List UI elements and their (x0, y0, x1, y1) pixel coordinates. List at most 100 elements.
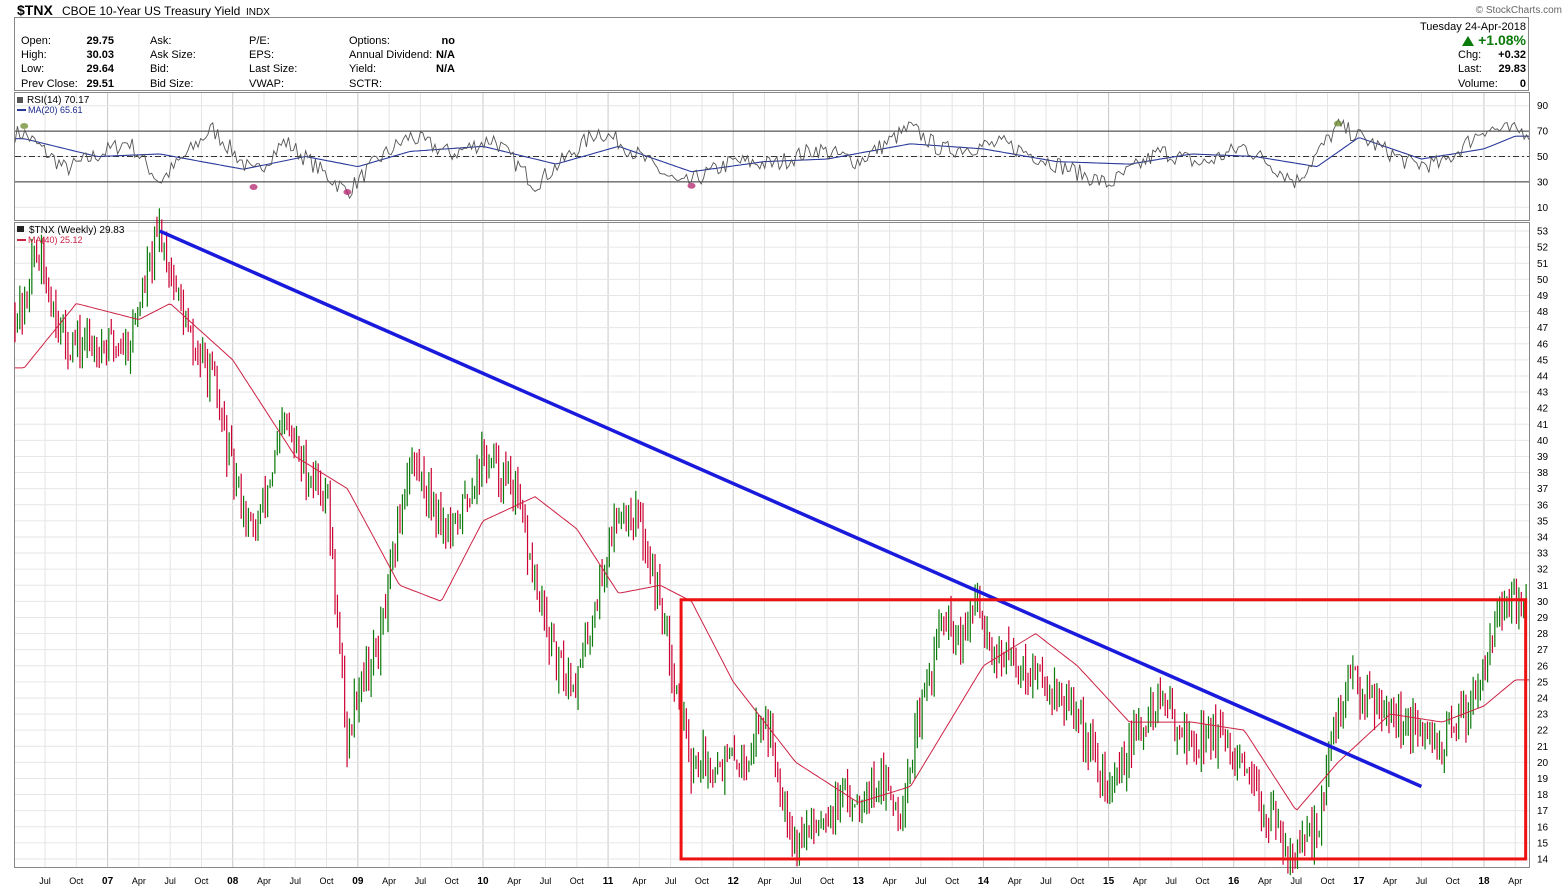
price-y-label-15: 38 (1537, 468, 1549, 479)
symbol-title: $TNX (17, 2, 53, 18)
stat-mid2-label-0: P/E: (249, 35, 270, 47)
price-y-label-5: 48 (1537, 307, 1549, 318)
x-tick-label-40: Jul (1291, 876, 1303, 886)
price-y-label-9: 44 (1537, 371, 1549, 382)
price-y-label-23: 30 (1537, 597, 1549, 608)
rsi-y-label-0: 90 (1537, 101, 1549, 112)
x-tick-label-10: 09 (352, 876, 364, 887)
price-y-label-6: 47 (1537, 323, 1549, 334)
stat-left-value-3: 29.51 (86, 78, 114, 90)
x-tick-label-43: Apr (1383, 876, 1397, 886)
rsi-legend-swatch (17, 97, 23, 103)
stat-mid2-label-3: VWAP: (249, 78, 284, 90)
x-tick-label-44: Jul (1416, 876, 1428, 886)
x-tick-label-23: Apr (757, 876, 771, 886)
stat-left-label-2: Low: (21, 63, 44, 75)
price-y-label-24: 29 (1537, 613, 1549, 624)
x-tick-label-7: Apr (257, 876, 271, 886)
stat-left-value-1: 30.03 (86, 49, 114, 61)
x-tick-label-24: Jul (790, 876, 802, 886)
stat-right-label-1: Annual Dividend: (349, 49, 432, 61)
price-y-label-0: 53 (1537, 227, 1549, 238)
x-tick-label-12: Jul (415, 876, 427, 886)
chart-svg: $TNX CBOE 10-Year US Treasury Yield INDX… (0, 0, 1565, 890)
stat-right-label-0: Options: (349, 35, 390, 47)
x-tick-label-16: Jul (540, 876, 552, 886)
x-tick-label-31: Apr (1008, 876, 1022, 886)
price-y-label-11: 42 (1537, 404, 1549, 415)
x-tick-label-17: Oct (570, 876, 585, 886)
stat-mid-label-3: Bid Size: (150, 78, 193, 90)
stat-mid-label-0: Ask: (150, 35, 171, 47)
stat-right-value-0: no (442, 35, 456, 47)
price-y-label-19: 34 (1537, 532, 1549, 543)
x-tick-label-2: 07 (102, 876, 114, 887)
stat-right-value-1: N/A (436, 49, 455, 61)
x-tick-label-0: Jul (39, 876, 51, 886)
price-y-label-18: 35 (1537, 516, 1549, 527)
x-tick-label-33: Oct (1070, 876, 1085, 886)
price-y-label-8: 45 (1537, 355, 1549, 366)
x-tick-label-8: Jul (290, 876, 302, 886)
price-y-label-22: 31 (1537, 581, 1549, 592)
rsi-y-label-2: 50 (1537, 152, 1549, 163)
x-tick-label-14: 10 (477, 876, 489, 887)
x-tick-label-38: 16 (1228, 876, 1240, 887)
price-y-label-31: 22 (1537, 726, 1549, 737)
x-tick-label-21: Oct (695, 876, 710, 886)
x-tick-label-29: Oct (945, 876, 960, 886)
rsi-extreme-marker-0 (20, 123, 29, 130)
rsi-y-label-3: 30 (1537, 177, 1549, 188)
price-ma-legend-label: MA(40) 25.12 (28, 235, 83, 245)
rsi-ma-legend-label: MA(20) 65.61 (28, 105, 83, 115)
rsi-extreme-marker-1 (1333, 120, 1342, 127)
x-tick-label-9: Oct (320, 876, 335, 886)
price-y-label-12: 41 (1537, 420, 1549, 431)
price-y-label-25: 28 (1537, 629, 1549, 640)
x-tick-label-46: 18 (1478, 876, 1490, 887)
x-tick-label-42: 17 (1353, 876, 1365, 887)
price-y-label-14: 39 (1537, 452, 1549, 463)
rsi-extreme-marker-2 (249, 183, 258, 190)
stat-far-value-2: 0 (1520, 78, 1526, 90)
x-tick-label-27: Apr (883, 876, 897, 886)
stat-right-value-2: N/A (436, 63, 455, 75)
x-tick-label-39: Apr (1258, 876, 1272, 886)
x-tick-label-25: Oct (820, 876, 835, 886)
x-tick-label-45: Oct (1446, 876, 1461, 886)
x-tick-label-3: Apr (132, 876, 146, 886)
price-y-label-36: 17 (1537, 806, 1549, 817)
price-y-label-34: 19 (1537, 774, 1549, 785)
stat-far-label-0: Chg: (1458, 49, 1481, 61)
x-tick-label-19: Apr (632, 876, 646, 886)
stat-mid-label-2: Bid: (150, 63, 169, 75)
price-y-label-1: 52 (1537, 243, 1549, 254)
x-tick-label-11: Apr (382, 876, 396, 886)
x-tick-label-1: Oct (69, 876, 84, 886)
x-tick-label-28: Jul (915, 876, 927, 886)
security-name: CBOE 10-Year US Treasury Yield (62, 4, 240, 18)
x-tick-label-36: Jul (1165, 876, 1177, 886)
price-y-label-21: 32 (1537, 565, 1549, 576)
stat-mid-label-1: Ask Size: (150, 49, 196, 61)
stat-far-value-1: 29.83 (1498, 63, 1526, 75)
stat-left-value-2: 29.64 (86, 63, 114, 75)
stat-left-label-1: High: (21, 49, 47, 61)
x-tick-label-20: Jul (665, 876, 677, 886)
price-y-label-16: 37 (1537, 484, 1549, 495)
price-y-label-32: 21 (1537, 742, 1549, 753)
stat-right-label-2: Yield: (349, 63, 376, 75)
exchange-label: INDX (246, 7, 270, 18)
stat-left-label-0: Open: (21, 35, 51, 47)
price-y-label-2: 51 (1537, 259, 1549, 270)
x-tick-label-35: Apr (1133, 876, 1147, 886)
x-tick-label-47: Apr (1508, 876, 1522, 886)
price-y-label-17: 36 (1537, 500, 1549, 511)
price-y-label-33: 20 (1537, 758, 1549, 769)
price-y-label-39: 14 (1537, 854, 1549, 865)
x-tick-label-4: Jul (164, 876, 176, 886)
change-percent: +1.08% (1478, 32, 1526, 48)
stock-chart: $TNX CBOE 10-Year US Treasury Yield INDX… (0, 0, 1565, 890)
x-tick-label-6: 08 (227, 876, 239, 887)
price-y-label-4: 49 (1537, 291, 1549, 302)
